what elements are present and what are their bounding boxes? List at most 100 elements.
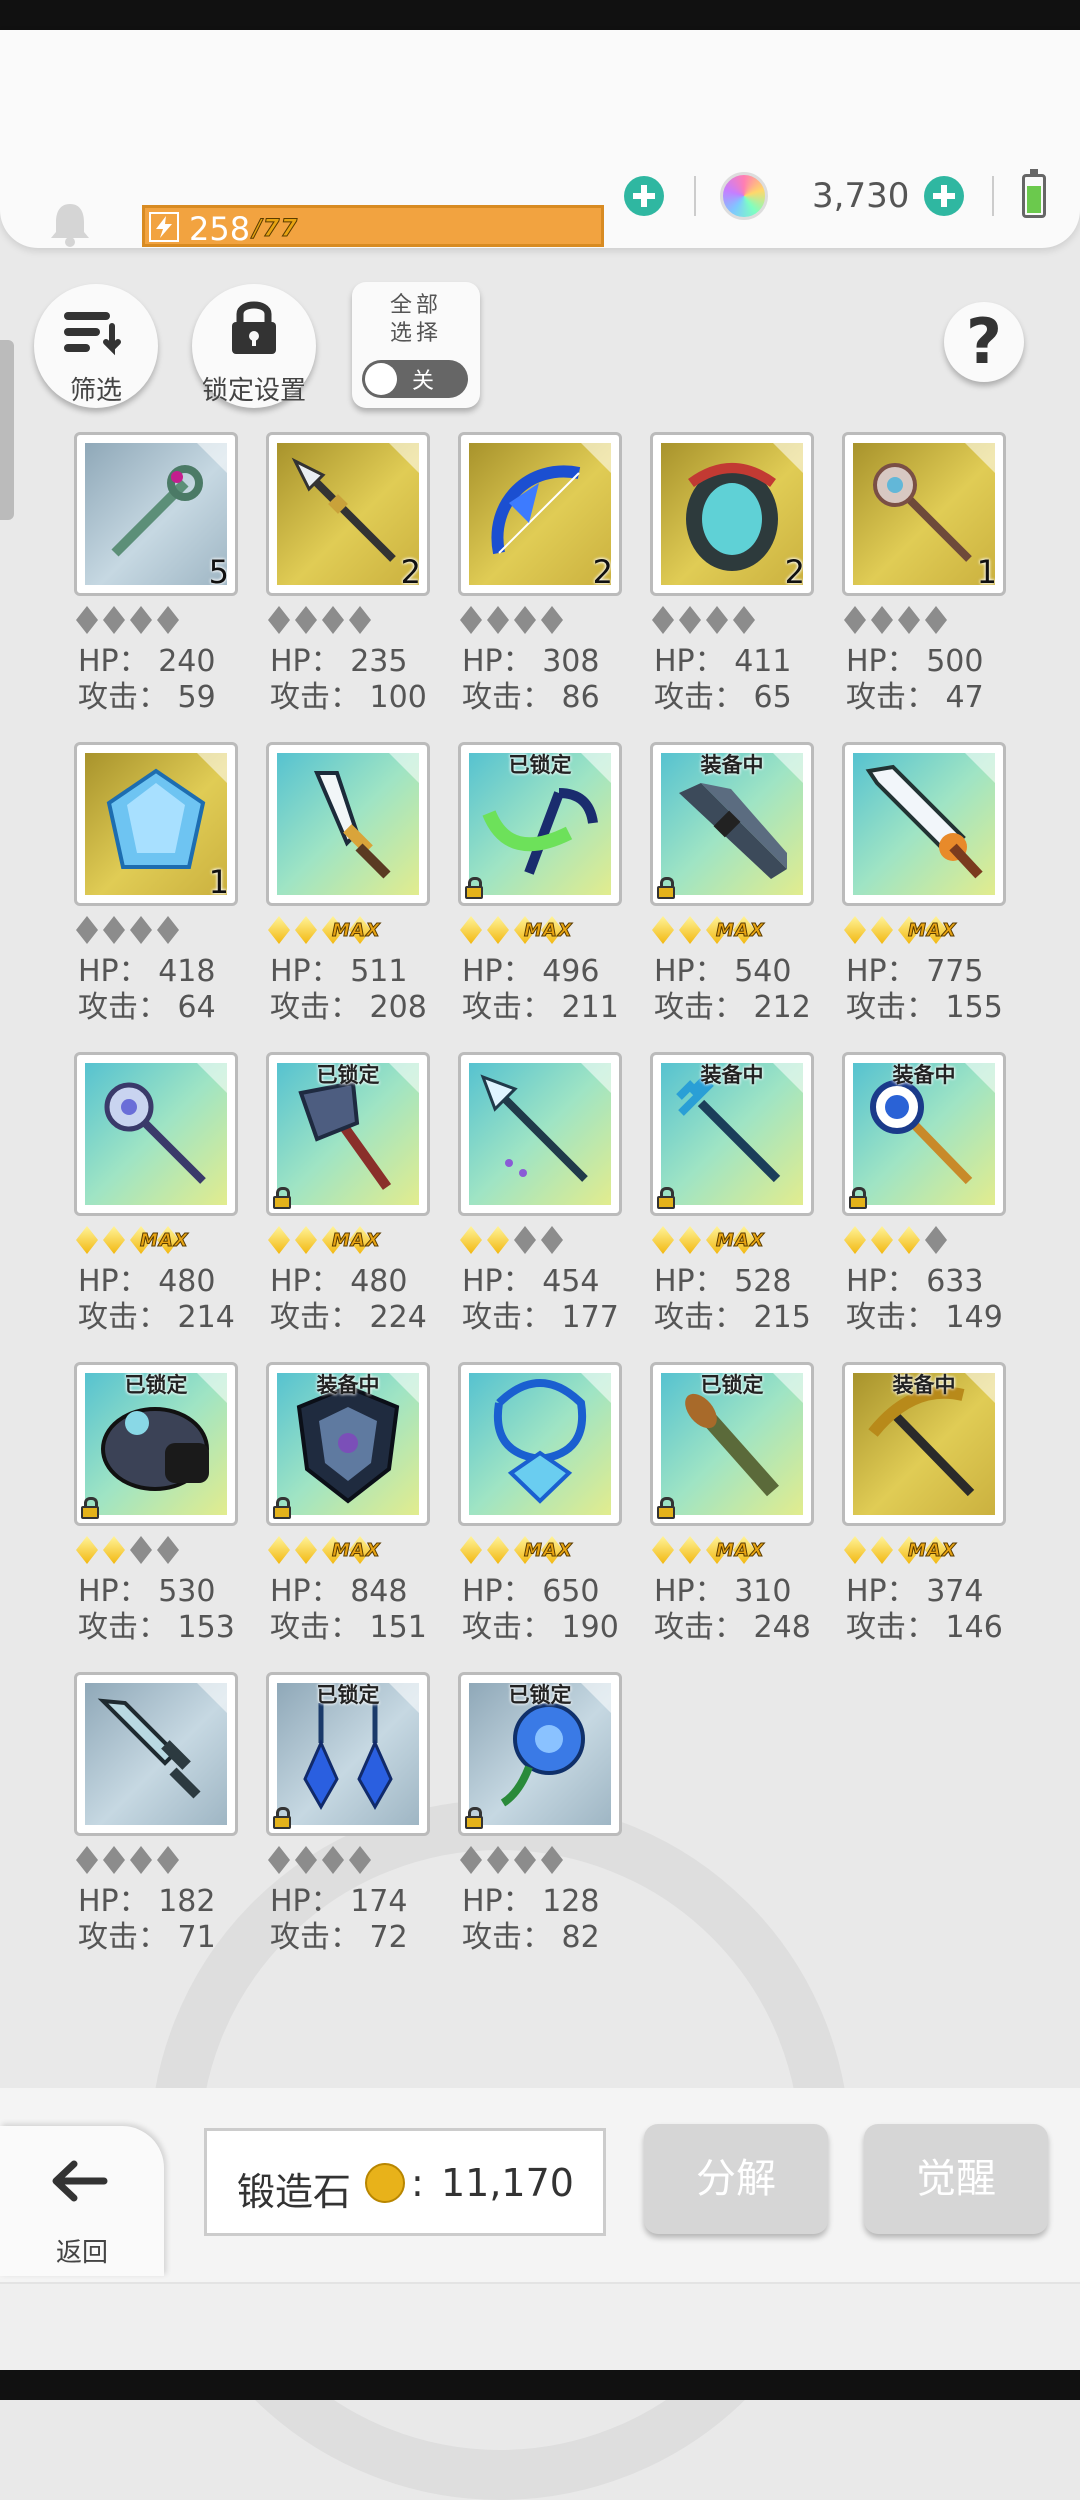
select-all-toggle[interactable]: 关 — [362, 360, 468, 398]
max-badge: MAX — [716, 920, 765, 942]
back-button[interactable]: 返回 — [0, 2126, 164, 2276]
star-rating — [460, 606, 630, 634]
gray-star-icon — [844, 606, 866, 634]
item-tile[interactable]: 已锁定 — [74, 1362, 238, 1526]
equipment-item[interactable]: 1 HP： 418 攻击： 64 — [72, 742, 242, 1052]
attack-value: 177 — [561, 1300, 619, 1335]
item-tile[interactable]: 1 — [842, 432, 1006, 596]
item-tile[interactable]: 5 — [74, 432, 238, 596]
equipment-item[interactable]: MAX HP： 511 攻击： 208 — [264, 742, 434, 1052]
item-tile[interactable]: 2 — [266, 432, 430, 596]
item-status-tag: 装备中 — [892, 1373, 956, 1397]
equipment-item[interactable]: 已锁定 HP： 128 攻击： 82 — [456, 1672, 626, 1982]
item-tile[interactable]: 2 — [650, 432, 814, 596]
equipment-item[interactable]: 装备中 MAX HP： 540 攻击： 212 — [648, 742, 818, 1052]
attack-label: 攻击： — [654, 1300, 744, 1335]
equipment-item[interactable]: MAX HP： 775 攻击： 155 — [840, 742, 1010, 1052]
attack-value: 215 — [753, 1300, 811, 1335]
item-attack: 攻击： 151 — [270, 1602, 427, 1646]
item-tile[interactable] — [74, 1672, 238, 1836]
item-tile[interactable]: 装备中 — [650, 742, 814, 906]
item-tile[interactable]: 已锁定 — [266, 1672, 430, 1836]
equipment-item[interactable]: 已锁定 HP： 174 攻击： 72 — [264, 1672, 434, 1982]
lightning-icon — [149, 212, 179, 242]
attack-label: 攻击： — [846, 990, 936, 1025]
add-energy-button[interactable] — [624, 176, 664, 216]
lock-settings-button[interactable]: 锁定设置 — [192, 284, 316, 408]
item-tile[interactable]: 已锁定 — [458, 742, 622, 906]
item-tile[interactable] — [458, 1362, 622, 1526]
equipment-item[interactable]: 已锁定 MAX HP： 310 攻击： 248 — [648, 1362, 818, 1672]
item-tile[interactable]: 1 — [74, 742, 238, 906]
item-tile[interactable] — [266, 742, 430, 906]
item-attack: 攻击： 248 — [654, 1602, 811, 1646]
gold-star-icon — [652, 916, 674, 944]
item-tile[interactable]: 已锁定 — [650, 1362, 814, 1526]
item-tile[interactable] — [74, 1052, 238, 1216]
equipment-item[interactable]: 装备中 MAX HP： 374 攻击： 146 — [840, 1362, 1010, 1672]
padlock-icon — [81, 1497, 99, 1519]
item-attack: 攻击： 71 — [78, 1912, 216, 1956]
equipment-item[interactable]: HP： 182 攻击： 71 — [72, 1672, 242, 1982]
item-attack: 攻击： 215 — [654, 1292, 811, 1336]
equipment-item[interactable]: 2 HP： 308 攻击： 86 — [456, 432, 626, 742]
item-count: 5 — [208, 553, 229, 591]
equipment-item[interactable]: 已锁定 MAX HP： 480 攻击： 224 — [264, 1052, 434, 1362]
equipment-item[interactable]: 装备中 MAX HP： 528 攻击： 215 — [648, 1052, 818, 1362]
help-button[interactable]: ? — [944, 302, 1024, 382]
equipment-item[interactable]: 1 HP： 500 攻击： 47 — [840, 432, 1010, 742]
equipment-item[interactable]: HP： 454 攻击： 177 — [456, 1052, 626, 1362]
attack-label: 攻击： — [78, 1920, 168, 1955]
item-tile[interactable]: 装备中 — [842, 1052, 1006, 1216]
gray-star-icon — [76, 606, 98, 634]
item-tile[interactable]: 2 — [458, 432, 622, 596]
item-tile[interactable] — [842, 742, 1006, 906]
equipment-item[interactable]: 2 HP： 235 攻击： 100 — [264, 432, 434, 742]
forging-stone-label: 锻造石 — [237, 2170, 352, 2214]
item-attack: 攻击： 47 — [846, 672, 984, 716]
attack-value: 47 — [945, 680, 984, 715]
equipment-item[interactable]: MAX HP： 650 攻击： 190 — [456, 1362, 626, 1672]
equipment-item[interactable]: 装备中 HP： 633 攻击： 149 — [840, 1052, 1010, 1362]
item-tile[interactable]: 装备中 — [842, 1362, 1006, 1526]
item-attack: 攻击： 153 — [78, 1602, 235, 1646]
gray-star-icon — [541, 1226, 563, 1254]
awaken-button[interactable]: 觉醒 — [864, 2124, 1048, 2234]
gray-star-icon — [514, 1846, 536, 1874]
gray-star-icon — [157, 606, 179, 634]
bell-icon[interactable] — [48, 200, 92, 248]
item-tile[interactable] — [458, 1052, 622, 1216]
item-tile[interactable]: 装备中 — [650, 1052, 814, 1216]
equipment-item[interactable]: 装备中 MAX HP： 848 攻击： 151 — [264, 1362, 434, 1672]
equipment-item[interactable]: 5 HP： 240 攻击： 59 — [72, 432, 242, 742]
item-attack: 攻击： 72 — [270, 1912, 408, 1956]
equipment-item[interactable]: 已锁定 MAX HP： 496 攻击： 211 — [456, 742, 626, 1052]
gray-star-icon — [157, 1846, 179, 1874]
attack-label: 攻击： — [846, 1610, 936, 1645]
gray-star-icon — [898, 606, 920, 634]
filter-button[interactable]: 筛选 — [34, 284, 158, 408]
attack-value: 151 — [369, 1610, 427, 1645]
padlock-icon — [657, 1187, 675, 1209]
attack-value: 86 — [561, 680, 600, 715]
attack-label: 攻击： — [270, 680, 360, 715]
attack-value: 224 — [369, 1300, 427, 1335]
bow-icon — [491, 465, 581, 555]
equipment-item[interactable]: 2 HP： 411 攻击： 65 — [648, 432, 818, 742]
footer-bar: 返回 锻造石 : 11,170 分解 觉醒 — [0, 2088, 1080, 2372]
item-tile[interactable]: 装备中 — [266, 1362, 430, 1526]
star-rating — [76, 1846, 246, 1874]
gold-star-icon — [295, 1536, 317, 1564]
equipment-item[interactable]: 已锁定 HP： 530 攻击： 153 — [72, 1362, 242, 1672]
item-tile[interactable]: 已锁定 — [266, 1052, 430, 1216]
side-drawer-handle[interactable] — [0, 340, 14, 520]
add-gems-button[interactable] — [924, 176, 964, 216]
forging-stone-separator: : — [411, 2161, 424, 2205]
equipment-item[interactable]: MAX HP： 480 攻击： 214 — [72, 1052, 242, 1362]
attack-value: 82 — [561, 1920, 600, 1955]
gray-star-icon — [514, 606, 536, 634]
decompose-button[interactable]: 分解 — [644, 2124, 828, 2234]
gold-star-icon — [898, 1226, 920, 1254]
item-tile[interactable]: 已锁定 — [458, 1672, 622, 1836]
gray-star-icon — [322, 606, 344, 634]
